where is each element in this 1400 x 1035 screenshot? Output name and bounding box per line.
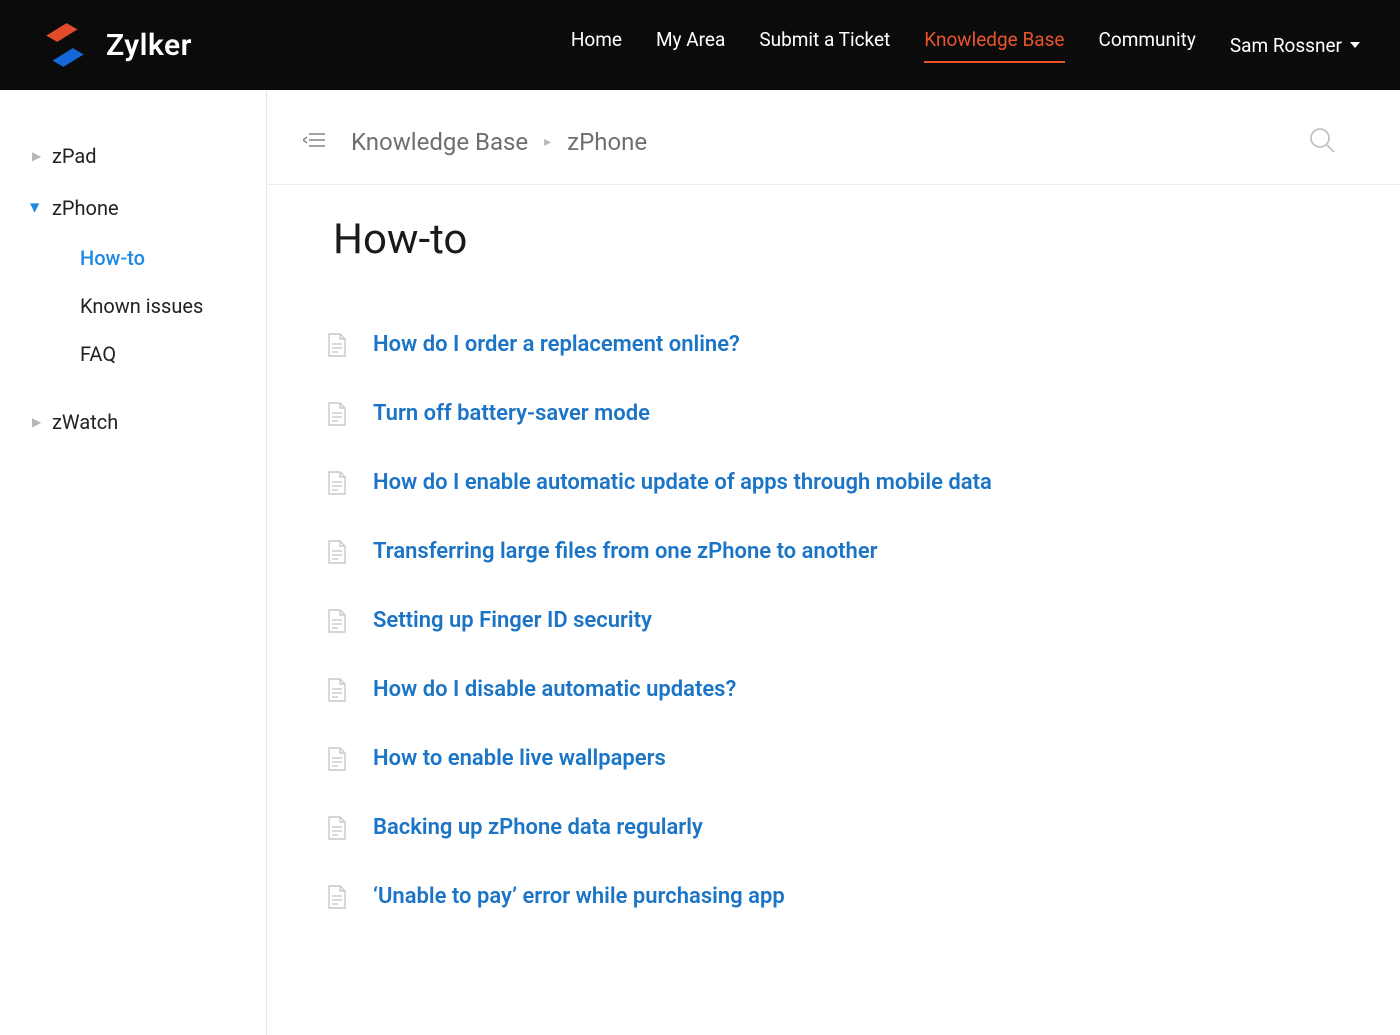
article-link[interactable]: How do I enable automatic update of apps…	[373, 470, 992, 495]
brand-logo-icon	[40, 20, 90, 70]
article-item: How do I disable automatic updates?	[327, 655, 1340, 724]
sidebar-item-label: Known issues	[80, 294, 203, 318]
chevron-right-icon: ▶	[32, 415, 41, 429]
article-item: How to enable live wallpapers	[327, 724, 1340, 793]
article-link[interactable]: Transferring large files from one zPhone…	[373, 539, 878, 564]
article-item: ‘Unable to pay’ error while purchasing a…	[327, 862, 1340, 931]
chevron-down-icon: ▶	[29, 203, 43, 212]
nav-my-area[interactable]: My Area	[656, 28, 725, 63]
nav-user-name: Sam Rossner	[1230, 34, 1342, 57]
sidebar-category-label: zPhone	[52, 196, 119, 220]
collapse-sidebar-icon[interactable]	[303, 131, 325, 153]
sidebar-category-zpad[interactable]: ▶ zPad	[0, 130, 266, 182]
article-link[interactable]: Setting up Finger ID security	[373, 608, 652, 633]
nav-user-menu[interactable]: Sam Rossner	[1230, 34, 1360, 57]
brand-name: Zylker	[106, 28, 192, 63]
nav-home[interactable]: Home	[571, 28, 622, 63]
sidebar-category-label: zPad	[52, 144, 97, 168]
nav-knowledge-base[interactable]: Knowledge Base	[924, 28, 1064, 63]
article-item: Backing up zPhone data regularly	[327, 793, 1340, 862]
sidebar-category-label: zWatch	[52, 410, 118, 434]
article-link[interactable]: Turn off battery-saver mode	[373, 401, 650, 426]
brand[interactable]: Zylker	[40, 20, 192, 70]
article-item: Turn off battery-saver mode	[327, 379, 1340, 448]
content: How-to How do I order a replacement onli…	[267, 185, 1400, 971]
document-icon	[327, 540, 347, 564]
breadcrumb-root[interactable]: Knowledge Base	[351, 128, 528, 156]
breadcrumb-separator-icon: ▸	[544, 134, 551, 150]
body: ▶ zPad ▶ zPhone How-to Known issues	[0, 90, 1400, 1035]
page-title: How-to	[333, 215, 1340, 264]
sidebar-item-label: FAQ	[80, 342, 116, 366]
main: Knowledge Base ▸ zPhone How-to How do I …	[267, 90, 1400, 1035]
sidebar-category-zwatch[interactable]: ▶ zWatch	[0, 396, 266, 448]
caret-down-icon	[1350, 42, 1360, 48]
article-item: How do I enable automatic update of apps…	[327, 448, 1340, 517]
article-item: Transferring large files from one zPhone…	[327, 517, 1340, 586]
article-link[interactable]: How do I disable automatic updates?	[373, 677, 736, 702]
article-link[interactable]: ‘Unable to pay’ error while purchasing a…	[373, 884, 785, 909]
nav-community[interactable]: Community	[1099, 28, 1196, 63]
sidebar-item-known-issues[interactable]: Known issues	[0, 282, 266, 330]
article-item: Setting up Finger ID security	[327, 586, 1340, 655]
article-item: How do I order a replacement online?	[327, 310, 1340, 379]
search-icon[interactable]	[1308, 126, 1336, 158]
article-link[interactable]: How do I order a replacement online?	[373, 332, 740, 357]
sidebar-item-how-to[interactable]: How-to	[0, 234, 266, 282]
sidebar: ▶ zPad ▶ zPhone How-to Known issues	[0, 90, 267, 1035]
sidebar-item-label: How-to	[80, 246, 145, 270]
document-icon	[327, 402, 347, 426]
document-icon	[327, 816, 347, 840]
article-list: How do I order a replacement online? Tur…	[327, 310, 1340, 931]
document-icon	[327, 471, 347, 495]
primary-nav: Home My Area Submit a Ticket Knowledge B…	[571, 28, 1360, 63]
chevron-right-icon: ▶	[32, 149, 41, 163]
sidebar-item-faq[interactable]: FAQ	[0, 330, 266, 378]
article-link[interactable]: How to enable live wallpapers	[373, 746, 666, 771]
topbar: Zylker Home My Area Submit a Ticket Know…	[0, 0, 1400, 90]
document-icon	[327, 885, 347, 909]
sidebar-category-zphone[interactable]: ▶ zPhone	[0, 182, 266, 234]
nav-submit-ticket[interactable]: Submit a Ticket	[759, 28, 890, 63]
article-link[interactable]: Backing up zPhone data regularly	[373, 815, 703, 840]
document-icon	[327, 747, 347, 771]
document-icon	[327, 333, 347, 357]
page-header: Knowledge Base ▸ zPhone	[267, 90, 1400, 185]
document-icon	[327, 678, 347, 702]
breadcrumb: Knowledge Base ▸ zPhone	[351, 128, 647, 156]
document-icon	[327, 609, 347, 633]
breadcrumb-current[interactable]: zPhone	[567, 128, 647, 156]
